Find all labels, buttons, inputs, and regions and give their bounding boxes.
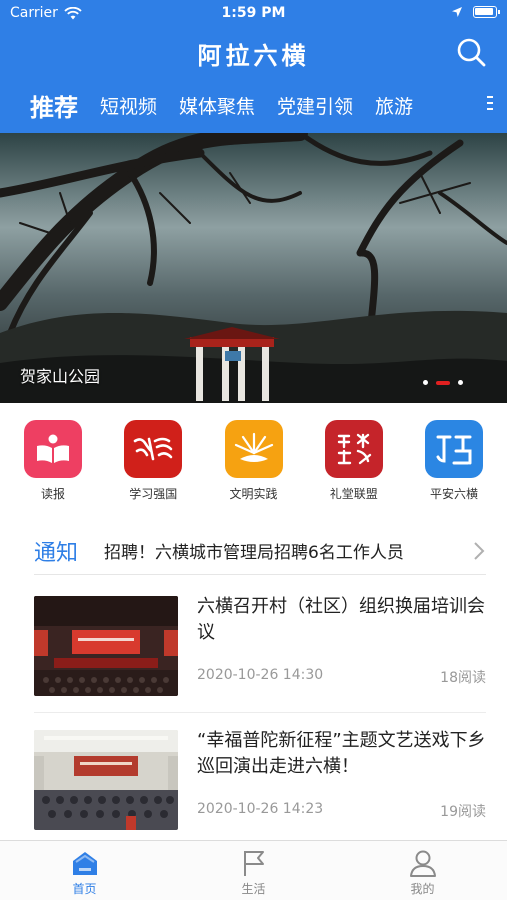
notice-tag: 通知 (34, 540, 79, 566)
user-icon (409, 850, 436, 877)
app-title: 阿拉六横 (197, 41, 310, 70)
tab-label: 首页 (72, 882, 97, 896)
bottom-tab-bar: 首页 生活 我的 (0, 840, 507, 900)
home-icon (72, 852, 97, 875)
news-title[interactable]: 六横召开村（社区）组织换届培训会议 (197, 594, 487, 646)
tab-label: 我的 (410, 882, 435, 896)
sunburst-icon (224, 420, 283, 478)
category-tab-travel[interactable]: 旅游 (375, 92, 413, 119)
quick-link-civilization[interactable]: 文明实践 (223, 420, 285, 510)
location-arrow-icon (452, 7, 462, 17)
news-item[interactable]: “幸福普陀新征程”主题文艺送戏下乡巡回演出走进六横！ 2020-10-26 14… (34, 720, 486, 844)
tab-label: 生活 (241, 882, 266, 896)
notice-text[interactable]: 招聘！六横城市管理局招聘6名工作人员 (104, 538, 472, 563)
pingan-logo-icon (425, 420, 483, 478)
status-right-group (451, 6, 500, 18)
quick-link-pingan[interactable]: 平安六横 (423, 420, 485, 510)
nav-bar: 阿拉六横 (0, 28, 507, 78)
status-time: 1:59 PM (221, 5, 286, 21)
carousel-indicator (423, 380, 463, 385)
news-date: 2020-10-26 14:30 (197, 667, 324, 683)
carousel-dot[interactable] (458, 380, 463, 385)
status-bar: Carrier 1:59 PM (0, 0, 507, 28)
category-list: 推荐 短视频 媒体聚焦 党建引领 旅游 (0, 78, 507, 133)
quick-link-label: 文明实践 (229, 487, 278, 501)
calligraphy-seal-icon (324, 420, 383, 478)
category-menu-icon[interactable] (487, 96, 493, 112)
category-tab-media-focus[interactable]: 媒体聚焦 (179, 92, 255, 119)
news-read-count: 19阅读 (440, 804, 486, 820)
category-bar: 推荐 短视频 媒体聚焦 党建引领 旅游 (0, 78, 507, 133)
news-read-count: 18阅读 (440, 670, 486, 686)
quick-link-xuexi[interactable]: 学习强国 (122, 420, 184, 510)
quick-links: 读报 学习强国 文明实践 礼堂联盟 平安六横 (0, 420, 507, 510)
quick-link-read-paper[interactable]: 读报 (22, 420, 84, 510)
tab-life[interactable]: 生活 (169, 841, 338, 900)
xuexi-logo-icon (124, 420, 183, 478)
quick-link-label: 平安六横 (429, 487, 478, 501)
category-tab-short-video[interactable]: 短视频 (100, 92, 157, 119)
divider (34, 712, 486, 713)
tab-home[interactable]: 首页 (0, 841, 169, 900)
news-title[interactable]: “幸福普陀新征程”主题文艺送戏下乡巡回演出走进六横！ (197, 728, 487, 780)
quick-link-hall-alliance[interactable]: 礼堂联盟 (323, 420, 385, 510)
news-thumbnail (34, 730, 178, 830)
carousel-dot-active[interactable] (436, 380, 450, 385)
news-thumbnail (34, 596, 178, 696)
quick-link-label: 读报 (40, 487, 65, 501)
battery-icon (473, 6, 500, 18)
category-tab-recommend[interactable]: 推荐 (30, 88, 78, 123)
flag-icon (243, 851, 264, 876)
chevron-right-icon[interactable] (472, 541, 486, 561)
banner-carousel[interactable]: 贺家山公园 (0, 133, 507, 403)
notice-bar[interactable]: 通知 招聘！六横城市管理局招聘6名工作人员 (34, 527, 486, 575)
book-icon (24, 420, 82, 478)
carousel-dot[interactable] (423, 380, 428, 385)
quick-link-label: 礼堂联盟 (329, 487, 378, 501)
tab-mine[interactable]: 我的 (338, 841, 507, 900)
quick-link-label: 学习强国 (129, 487, 178, 501)
category-tab-party-building[interactable]: 党建引领 (277, 92, 353, 119)
news-item[interactable]: 六横召开村（社区）组织换届培训会议 2020-10-26 14:30 18阅读 (34, 586, 486, 710)
news-date: 2020-10-26 14:23 (197, 801, 324, 817)
search-icon[interactable] (455, 36, 487, 68)
banner-caption: 贺家山公园 (20, 367, 101, 386)
